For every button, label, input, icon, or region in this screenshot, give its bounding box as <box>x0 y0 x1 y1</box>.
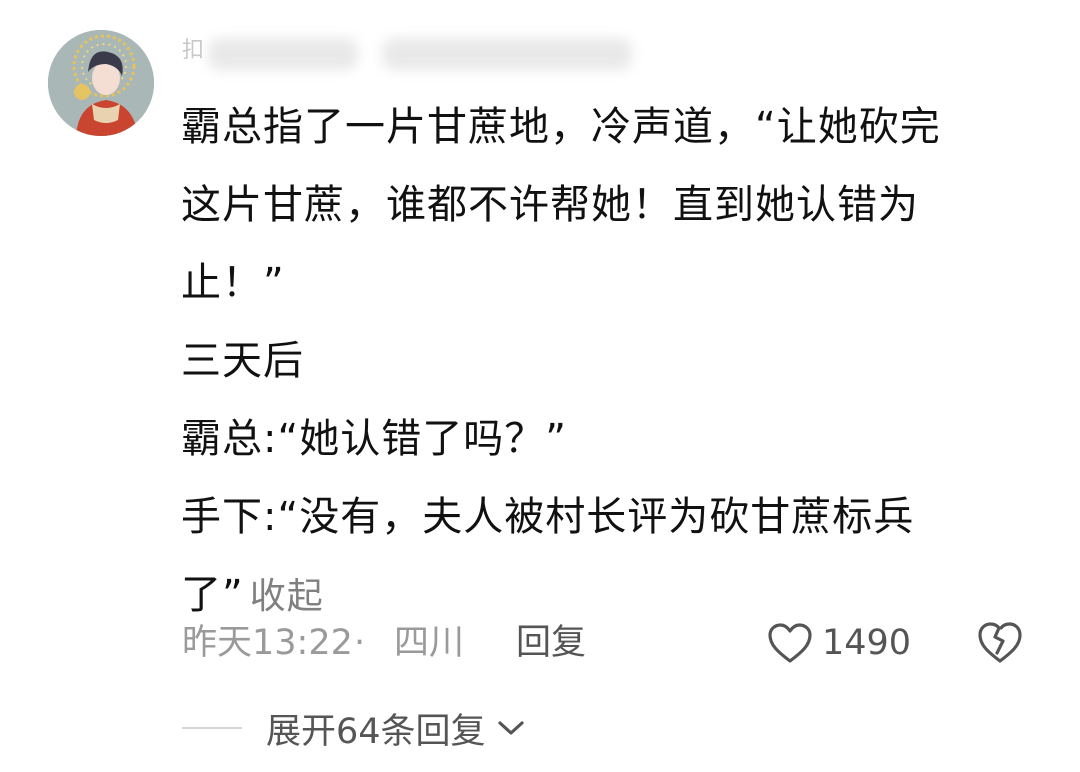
like-count: 1490 <box>822 623 912 663</box>
divider-line <box>182 727 242 729</box>
avatar-image <box>48 30 154 136</box>
comment-line: 三天后 <box>181 338 304 384</box>
comment-item: 扣 霸总指了一片甘蔗地，冷声道，“让她砍完 这片甘蔗，谁都不许帮她！直到她认错为… <box>0 0 1080 772</box>
location: 四川 <box>394 623 465 663</box>
username-blur <box>382 38 632 70</box>
comment-meta: 昨天13:22 · 四川 回复 1490 <box>182 615 1032 671</box>
comment-line: 霸总指了一片甘蔗地，冷声道，“让她砍完 <box>181 104 941 150</box>
username[interactable]: 扣 <box>182 30 662 82</box>
expand-replies-label: 展开64条回复 <box>266 711 486 752</box>
collapse-button[interactable]: 收起 <box>250 576 324 617</box>
comment-line: 这片甘蔗，谁都不许帮她！直到她认错为 <box>181 182 919 228</box>
reply-button[interactable]: 回复 <box>516 615 586 671</box>
timestamp: 昨天13:22 <box>182 623 353 663</box>
comment-body: 霸总指了一片甘蔗地，冷声道，“让她砍完 这片甘蔗，谁都不许帮她！直到她认错为 止… <box>181 88 1021 636</box>
comment-line: 手下:“没有，夫人被村长评为砍甘蔗标兵 <box>181 494 915 540</box>
like-button[interactable]: 1490 <box>766 615 911 671</box>
username-blur <box>208 38 358 70</box>
comment-line: 了” <box>181 572 244 618</box>
username-text: 扣 <box>182 38 205 63</box>
heart-outline-icon <box>768 623 812 663</box>
comment-line: 止！” <box>181 260 285 306</box>
avatar[interactable] <box>48 30 154 136</box>
meta-separator: · <box>354 623 366 663</box>
chevron-down-icon <box>497 721 524 735</box>
broken-heart-icon <box>978 622 1022 663</box>
expand-replies-button[interactable]: 展开64条回复 <box>182 700 526 756</box>
dislike-button[interactable] <box>976 619 1024 682</box>
comment-line: 霸总:“她认错了吗？” <box>181 416 567 462</box>
